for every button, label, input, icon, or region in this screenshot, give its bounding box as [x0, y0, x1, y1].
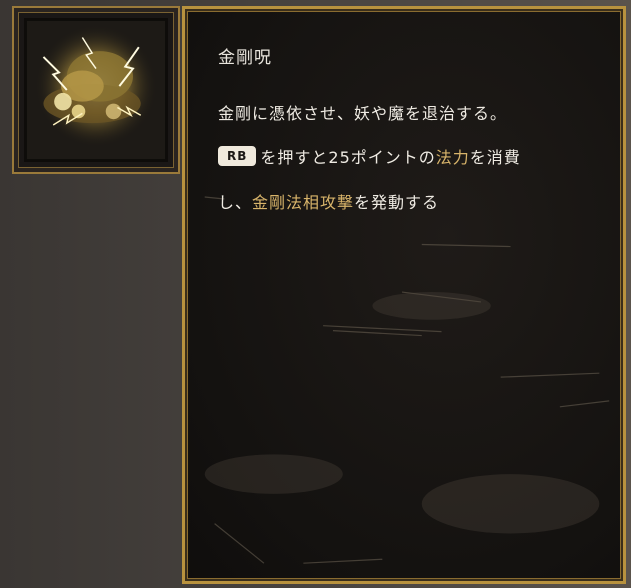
rb-button-badge: RB: [218, 146, 257, 166]
description-line-3: し、金剛法相攻撃を発動する: [218, 189, 439, 213]
description-line-2: RB を押すと25ポイントの 法力 を消費: [218, 144, 521, 168]
description-text: を消費: [469, 148, 521, 167]
vajra-thunder-icon: [24, 18, 168, 162]
skill-icon-frame[interactable]: [12, 6, 180, 174]
panel-scratch-texture: [204, 196, 610, 564]
description-text: を押すと25ポイントの: [260, 148, 436, 167]
description-text: し、: [218, 193, 253, 212]
description-text: を発動する: [354, 193, 440, 212]
skill-title: 金剛呪: [218, 48, 272, 68]
description-line-1: 金剛に憑依させ、妖や魔を退治する。: [218, 104, 508, 123]
skill-tooltip-screen: 金剛呪 金剛に憑依させ、妖や魔を退治する。 RB を押すと25ポイントの 法力 …: [0, 0, 631, 588]
mana-term-highlight: 法力: [435, 148, 470, 167]
skill-description-panel: 金剛呪 金剛に憑依させ、妖や魔を退治する。 RB を押すと25ポイントの 法力 …: [182, 6, 626, 584]
skill-icon: [24, 18, 168, 162]
attack-term-highlight: 金剛法相攻撃: [252, 193, 355, 212]
